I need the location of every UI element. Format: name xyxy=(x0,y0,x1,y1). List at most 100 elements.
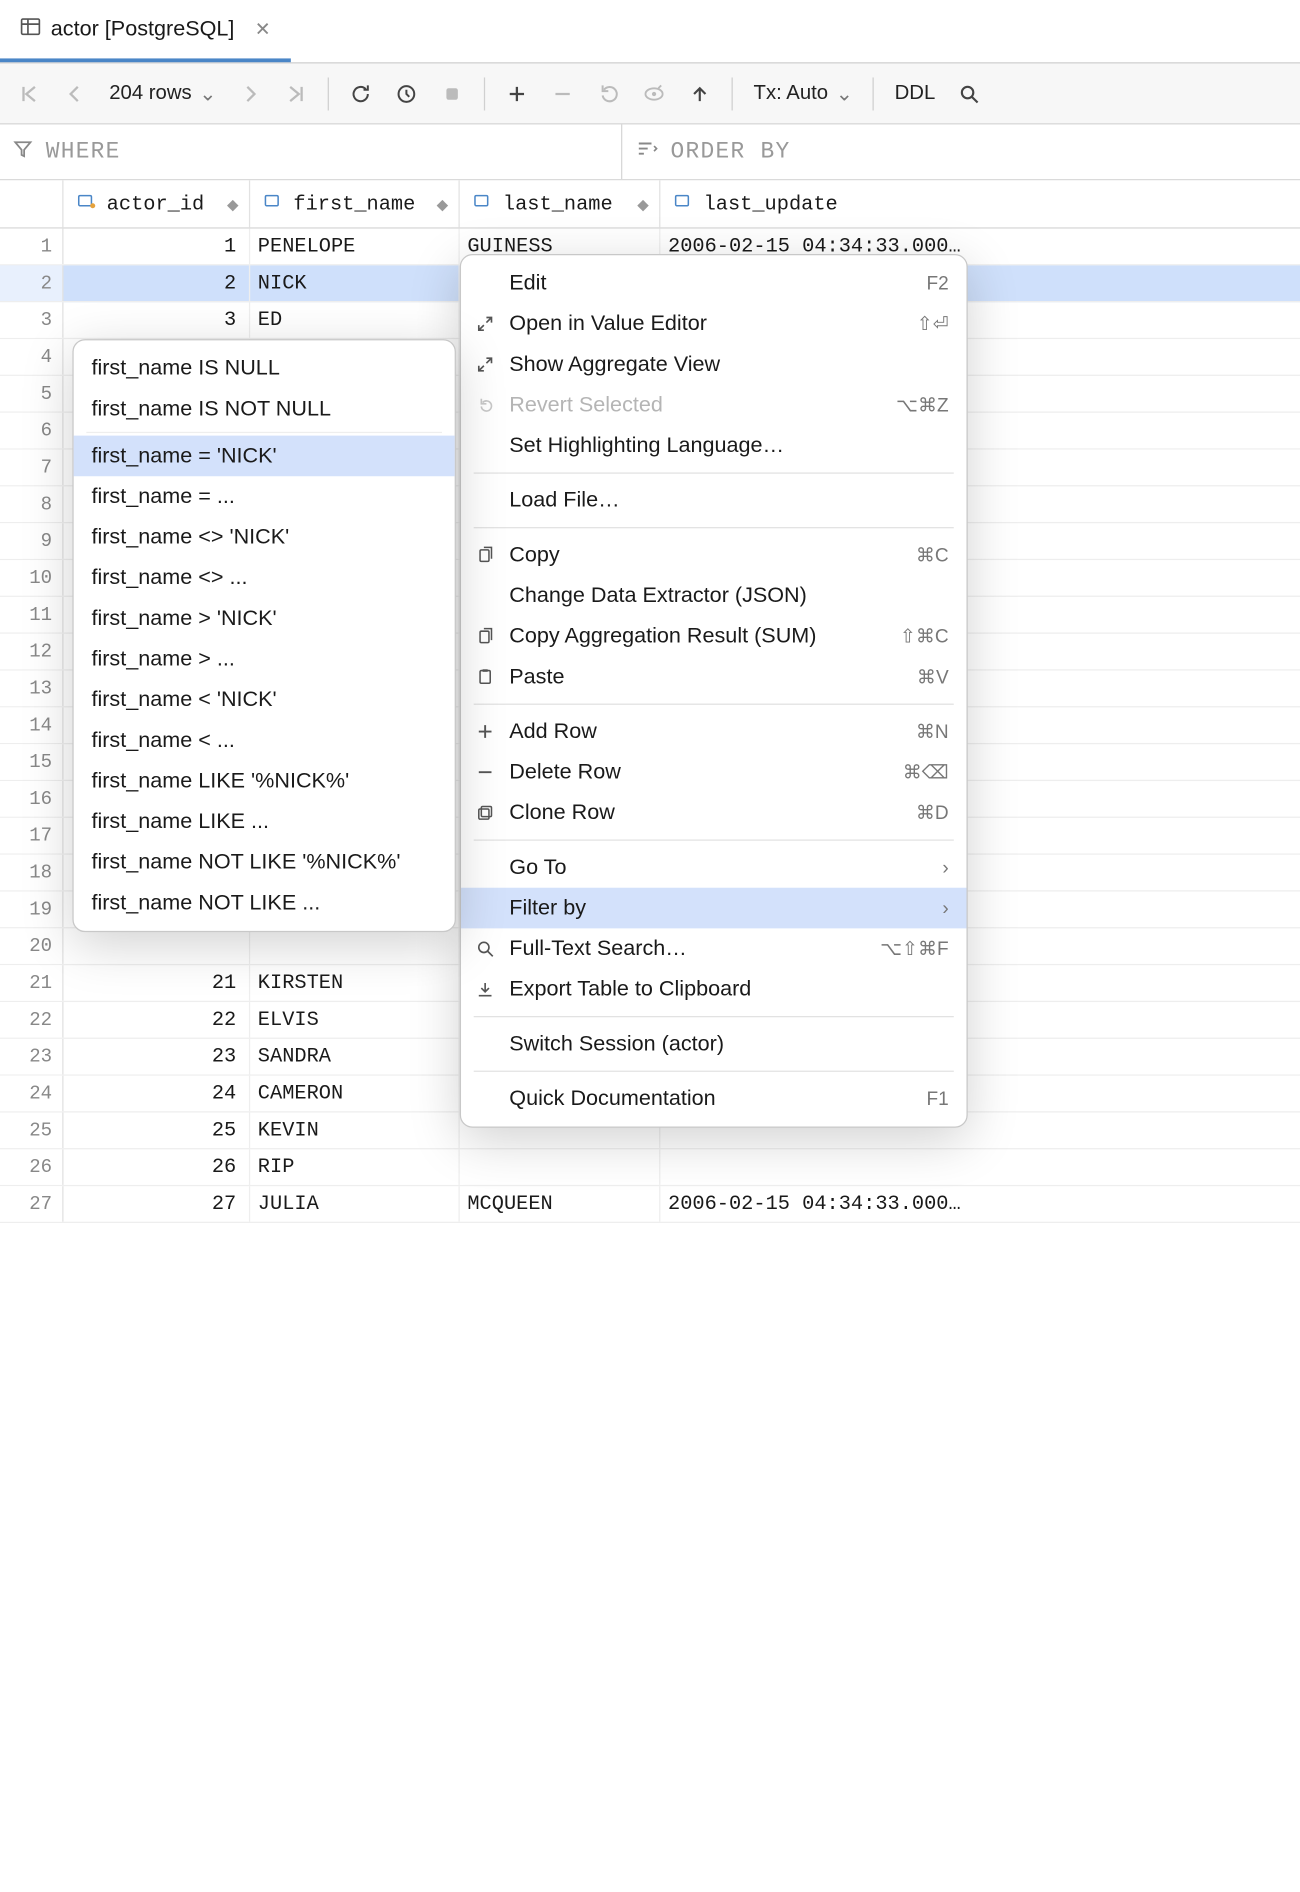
cell-actor-id[interactable]: 26 xyxy=(64,1149,251,1185)
menu-item[interactable]: Load File… xyxy=(461,480,966,521)
row-count-dropdown[interactable]: 204 rows ⌄ xyxy=(99,81,226,106)
row-number: 27 xyxy=(0,1186,64,1222)
menu-label: Clone Row xyxy=(509,800,903,825)
preview-button[interactable] xyxy=(633,72,676,115)
table-row[interactable]: 2727JULIAMCQUEEN2006-02-15 04:34:33.000… xyxy=(0,1186,1300,1223)
menu-item[interactable]: Go To› xyxy=(461,847,966,888)
stop-button[interactable] xyxy=(431,72,474,115)
menu-item[interactable]: Change Data Extractor (JSON) xyxy=(461,575,966,616)
menu-label: Delete Row xyxy=(509,759,890,784)
submenu-item[interactable]: first_name > ... xyxy=(74,639,455,680)
submenu-item[interactable]: first_name NOT LIKE ... xyxy=(74,883,455,924)
menu-label: Change Data Extractor (JSON) xyxy=(509,583,948,608)
menu-item[interactable]: Filter by› xyxy=(461,888,966,929)
submenu-item[interactable]: first_name <> ... xyxy=(74,558,455,599)
download-icon xyxy=(474,980,497,998)
column-header-last-name[interactable]: last_name ◆ xyxy=(460,180,661,227)
row-number: 3 xyxy=(0,302,64,338)
cell-actor-id[interactable]: 21 xyxy=(64,965,251,1001)
cell-first-name[interactable]: ELVIS xyxy=(250,1002,460,1038)
sort-icon: ◆ xyxy=(637,195,649,213)
cell-last-name[interactable] xyxy=(460,1149,661,1185)
cell-first-name[interactable]: JULIA xyxy=(250,1186,460,1222)
undo-icon xyxy=(474,396,497,414)
filter-by-submenu: first_name IS NULLfirst_name IS NOT NULL… xyxy=(72,339,456,932)
menu-item[interactable]: Copy Aggregation Result (SUM)⇧⌘C xyxy=(461,616,966,657)
menu-item[interactable]: Clone Row⌘D xyxy=(461,792,966,833)
cell-actor-id[interactable]: 3 xyxy=(64,302,251,338)
cell-actor-id[interactable]: 1 xyxy=(64,229,251,265)
delete-row-button[interactable] xyxy=(541,72,584,115)
add-row-button[interactable] xyxy=(496,72,539,115)
tab-actor[interactable]: actor [PostgreSQL] ✕ xyxy=(0,0,291,62)
cell-actor-id[interactable]: 2 xyxy=(64,265,251,301)
orderby-clause-input[interactable]: ORDER BY xyxy=(622,124,1300,179)
cell-first-name[interactable] xyxy=(250,928,460,964)
menu-item[interactable]: Add Row⌘N xyxy=(461,711,966,752)
tx-mode-dropdown[interactable]: Tx: Auto ⌄ xyxy=(743,81,863,106)
last-page-button[interactable] xyxy=(275,72,318,115)
cell-first-name[interactable]: SANDRA xyxy=(250,1039,460,1075)
cell-actor-id[interactable]: 23 xyxy=(64,1039,251,1075)
ddl-label: DDL xyxy=(895,82,936,105)
cell-actor-id[interactable]: 25 xyxy=(64,1113,251,1149)
cell-first-name[interactable]: RIP xyxy=(250,1149,460,1185)
cell-actor-id[interactable]: 24 xyxy=(64,1076,251,1112)
cell-first-name[interactable]: ED xyxy=(250,302,460,338)
reload-button[interactable] xyxy=(340,72,383,115)
cell-last-update[interactable]: 2006-02-15 04:34:33.000… xyxy=(660,1186,1300,1222)
menu-shortcut: F1 xyxy=(926,1088,948,1110)
table-row[interactable]: 2626RIP xyxy=(0,1149,1300,1186)
prev-page-button[interactable] xyxy=(53,72,96,115)
menu-item[interactable]: Copy⌘C xyxy=(461,535,966,576)
row-count-label: 204 rows xyxy=(109,82,191,105)
plus-icon xyxy=(474,723,497,741)
cell-actor-id[interactable]: 22 xyxy=(64,1002,251,1038)
next-page-button[interactable] xyxy=(229,72,272,115)
cell-last-update[interactable] xyxy=(660,1149,1300,1185)
menu-item[interactable]: Delete Row⌘⌫ xyxy=(461,752,966,793)
column-header-first-name[interactable]: first_name ◆ xyxy=(250,180,460,227)
submenu-item[interactable]: first_name IS NOT NULL xyxy=(74,389,455,430)
submenu-item[interactable]: first_name > 'NICK' xyxy=(74,598,455,639)
cell-first-name[interactable]: KEVIN xyxy=(250,1113,460,1149)
menu-item[interactable]: Export Table to Clipboard xyxy=(461,969,966,1010)
submenu-item[interactable]: first_name NOT LIKE '%NICK%' xyxy=(74,842,455,883)
menu-item[interactable]: Switch Session (actor) xyxy=(461,1024,966,1065)
submenu-item[interactable]: first_name = 'NICK' xyxy=(74,436,455,477)
submenu-item[interactable]: first_name LIKE '%NICK%' xyxy=(74,761,455,802)
menu-item[interactable]: Paste⌘V xyxy=(461,657,966,698)
search-button[interactable] xyxy=(948,72,991,115)
cell-first-name[interactable]: NICK xyxy=(250,265,460,301)
cell-actor-id[interactable] xyxy=(64,928,251,964)
menu-item[interactable]: EditF2 xyxy=(461,263,966,304)
revert-button[interactable] xyxy=(587,72,630,115)
submit-button[interactable] xyxy=(679,72,722,115)
submenu-item[interactable]: first_name < 'NICK' xyxy=(74,679,455,720)
row-number: 11 xyxy=(0,597,64,633)
menu-item[interactable]: Set Highlighting Language… xyxy=(461,425,966,466)
menu-item[interactable]: Open in Value Editor⇧⏎ xyxy=(461,304,966,345)
menu-shortcut: ⌥⇧⌘F xyxy=(880,937,949,960)
cell-first-name[interactable]: KIRSTEN xyxy=(250,965,460,1001)
cell-first-name[interactable]: CAMERON xyxy=(250,1076,460,1112)
first-page-button[interactable] xyxy=(8,72,51,115)
menu-item[interactable]: Show Aggregate View xyxy=(461,344,966,385)
where-clause-input[interactable]: WHERE xyxy=(0,124,622,179)
submenu-item[interactable]: first_name IS NULL xyxy=(74,348,455,389)
pending-button[interactable] xyxy=(385,72,428,115)
submenu-item[interactable]: first_name < ... xyxy=(74,720,455,761)
submenu-item[interactable]: first_name = ... xyxy=(74,476,455,517)
column-header-actor-id[interactable]: actor_id ◆ xyxy=(64,180,251,227)
menu-item[interactable]: Quick DocumentationF1 xyxy=(461,1078,966,1119)
ddl-button[interactable]: DDL xyxy=(884,82,945,105)
menu-label: Filter by xyxy=(509,895,929,920)
submenu-item[interactable]: first_name LIKE ... xyxy=(74,801,455,842)
cell-first-name[interactable]: PENELOPE xyxy=(250,229,460,265)
menu-item[interactable]: Full-Text Search…⌥⇧⌘F xyxy=(461,928,966,969)
cell-last-name[interactable]: MCQUEEN xyxy=(460,1186,661,1222)
column-header-last-update[interactable]: last_update ◆ xyxy=(660,180,1300,227)
close-icon[interactable]: ✕ xyxy=(255,18,271,41)
cell-actor-id[interactable]: 27 xyxy=(64,1186,251,1222)
submenu-item[interactable]: first_name <> 'NICK' xyxy=(74,517,455,558)
